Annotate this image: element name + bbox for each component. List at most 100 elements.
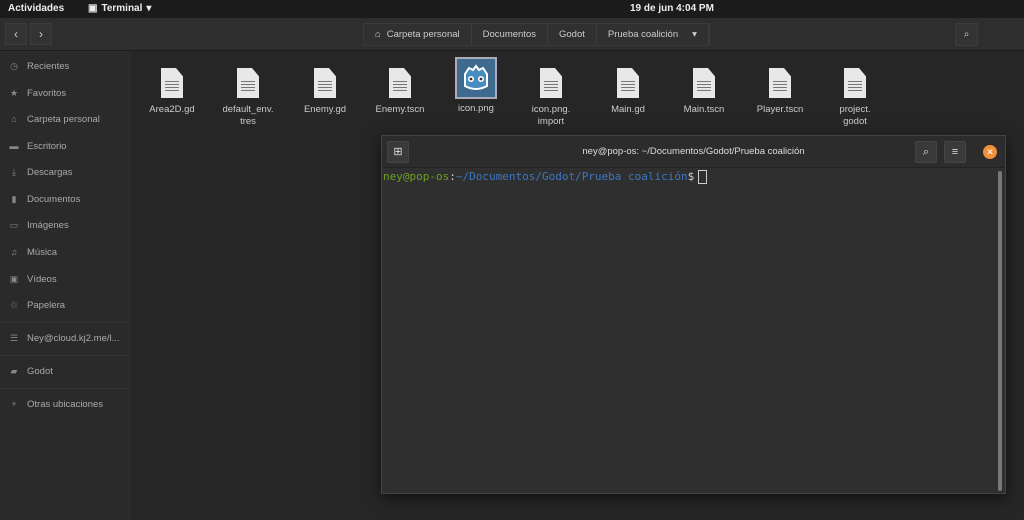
divider [0, 322, 131, 323]
sidebar-item-label: Ney@cloud.kj2.me/l... [27, 332, 120, 344]
file-item[interactable]: Enemy.tscn [365, 62, 435, 116]
file-name-line2: godot [843, 116, 867, 127]
sidebar-item-m-sica[interactable]: ♫ Música [9, 245, 57, 259]
terminal-window[interactable]: ⊞ ney@pop-os: ~/Documentos/Godot/Prueba … [381, 135, 1006, 494]
file-name: Main.gd [611, 104, 645, 115]
file-item[interactable]: Enemy.gd [290, 62, 360, 116]
plus-icon: + [11, 399, 17, 409]
breadcrumb-documentos[interactable]: Documentos [472, 24, 548, 45]
caret-down-icon: ▾ [146, 3, 152, 14]
cursor [698, 170, 708, 184]
prompt-path: ~/Documentos/Godot/Prueba coalición [455, 170, 688, 183]
file-name: Area2D.gd [149, 104, 195, 115]
document-icon: ▮ [11, 193, 17, 204]
sidebar-item-godot[interactable]: ▰ Godot [9, 364, 53, 378]
prompt-colon: : [449, 170, 456, 183]
file-name: Enemy.gd [303, 104, 347, 115]
hamburger-icon: ≡ [951, 146, 959, 158]
forward-button[interactable]: › [30, 23, 52, 45]
file-name: icon.png [458, 103, 494, 114]
terminal-content[interactable]: ney@pop-os:~/Documentos/Godot/Prueba coa… [382, 168, 1005, 186]
trash-icon: ♲ [9, 299, 19, 310]
sidebar-item-label: Godot [27, 365, 53, 377]
music-icon: ♫ [10, 247, 18, 257]
terminal-title: ney@pop-os: ~/Documentos/Godot/Prueba co… [582, 146, 805, 157]
scrollbar[interactable] [998, 171, 1002, 491]
sidebar-item-label: Carpeta personal [27, 113, 100, 125]
sidebar-item-ney-cloud-kj2-me-l-[interactable]: ☰ Ney@cloud.kj2.me/l... [9, 331, 120, 345]
file-name-line2: import [537, 116, 565, 127]
sidebar-item-label: Vídeos [27, 273, 57, 285]
file-item[interactable]: icon.png [441, 57, 511, 115]
server-icon: ☰ [9, 332, 19, 343]
sidebar-item-label: Favoritos [27, 87, 67, 99]
breadcrumb-godot[interactable]: Godot [548, 24, 597, 45]
text-file-icon [540, 68, 562, 98]
text-file-icon [693, 68, 715, 98]
file-name-line2: tres [240, 116, 256, 127]
home-icon: ⌂ [375, 29, 381, 40]
sidebar-item-label: Otras ubicaciones [27, 398, 104, 410]
sidebar-item-documentos[interactable]: ▮ Documentos [9, 192, 81, 206]
divider [0, 388, 131, 389]
back-button[interactable]: ‹ [5, 23, 27, 45]
prompt-dollar: $ [687, 170, 695, 183]
sidebar-item-descargas[interactable]: ⤓ Descargas [9, 165, 72, 179]
terminal-search-button[interactable]: ⌕ [915, 141, 937, 163]
search-icon: ⌕ [922, 146, 930, 158]
star-icon: ★ [9, 87, 19, 98]
download-icon: ⤓ [12, 166, 16, 177]
sidebar-item-papelera[interactable]: ♲ Papelera [9, 298, 65, 312]
sidebar-item-carpeta-personal[interactable]: ⌂ Carpeta personal [9, 112, 100, 126]
close-button[interactable]: ✕ [983, 145, 997, 159]
text-file-icon [314, 68, 336, 98]
desktop-icon: ▬ [9, 141, 19, 151]
text-file-icon [769, 68, 791, 98]
breadcrumb-label: Carpeta personal [386, 29, 460, 40]
file-item[interactable]: default_env. tres [213, 62, 283, 128]
text-file-icon [844, 68, 866, 98]
activities-button[interactable]: Actividades [8, 3, 64, 14]
sidebar-item-label: Recientes [27, 60, 70, 72]
caret-down-icon: ▾ [692, 29, 697, 40]
file-item[interactable]: Player.tscn [745, 62, 815, 116]
sidebar: ◷ Recientes ★ Favoritos ⌂ Carpeta personal ▬ Es… [0, 51, 131, 520]
sidebar-item-favoritos[interactable]: ★ Favoritos [9, 86, 66, 100]
sidebar-item-im-genes[interactable]: ▭ Imágenes [9, 218, 69, 232]
search-icon: ⌕ [963, 29, 970, 40]
file-name: Enemy.tscn [375, 104, 425, 115]
sidebar-item-label: Música [27, 246, 58, 258]
file-name: project. [839, 104, 871, 115]
breadcrumb-prueba[interactable]: Prueba coalición ▾ [597, 24, 709, 45]
breadcrumb: ⌂ Carpeta personal Documentos Godot Prueb… [363, 23, 710, 46]
sidebar-item-label: Imágenes [27, 219, 69, 231]
sidebar-item-recientes[interactable]: ◷ Recientes [9, 59, 69, 73]
file-item[interactable]: Main.tscn [669, 62, 739, 116]
breadcrumb-home[interactable]: ⌂ Carpeta personal [364, 24, 472, 45]
terminal-titlebar[interactable]: ⊞ ney@pop-os: ~/Documentos/Godot/Prueba … [382, 136, 1005, 168]
app-menu[interactable]: ▣ Terminal ▾ [88, 3, 151, 14]
clock[interactable]: 19 de jun 4:04 PM [630, 3, 714, 14]
sidebar-item-escritorio[interactable]: ▬ Escritorio [9, 139, 67, 153]
sidebar-item-label: Descargas [27, 166, 73, 178]
file-name: icon.png. [531, 104, 571, 115]
file-item[interactable]: project. godot [820, 62, 890, 128]
godot-image-thumbnail [455, 57, 497, 99]
terminal-icon: ▣ [88, 3, 98, 14]
sidebar-item-otras-ubicaciones[interactable]: + Otras ubicaciones [9, 397, 103, 411]
text-file-icon [389, 68, 411, 98]
sidebar-item-v-deos[interactable]: ▣ Vídeos [9, 272, 57, 286]
breadcrumb-label: Prueba coalición [607, 29, 679, 40]
file-item[interactable]: Area2D.gd [137, 62, 207, 116]
clock-icon: ◷ [10, 60, 18, 71]
search-button[interactable]: ⌕ [955, 23, 978, 46]
file-manager-header: ‹ › ⌂ Carpeta personal Documentos Godot P… [0, 18, 1024, 51]
sidebar-item-label: Papelera [27, 299, 66, 311]
file-item[interactable]: Main.gd [593, 62, 663, 116]
text-file-icon [237, 68, 259, 98]
sidebar-item-label: Escritorio [27, 140, 67, 152]
file-name: default_env. [222, 104, 274, 115]
menu-button[interactable]: ≡ [944, 141, 966, 163]
file-item[interactable]: icon.png. import [516, 62, 586, 128]
divider [0, 355, 131, 356]
